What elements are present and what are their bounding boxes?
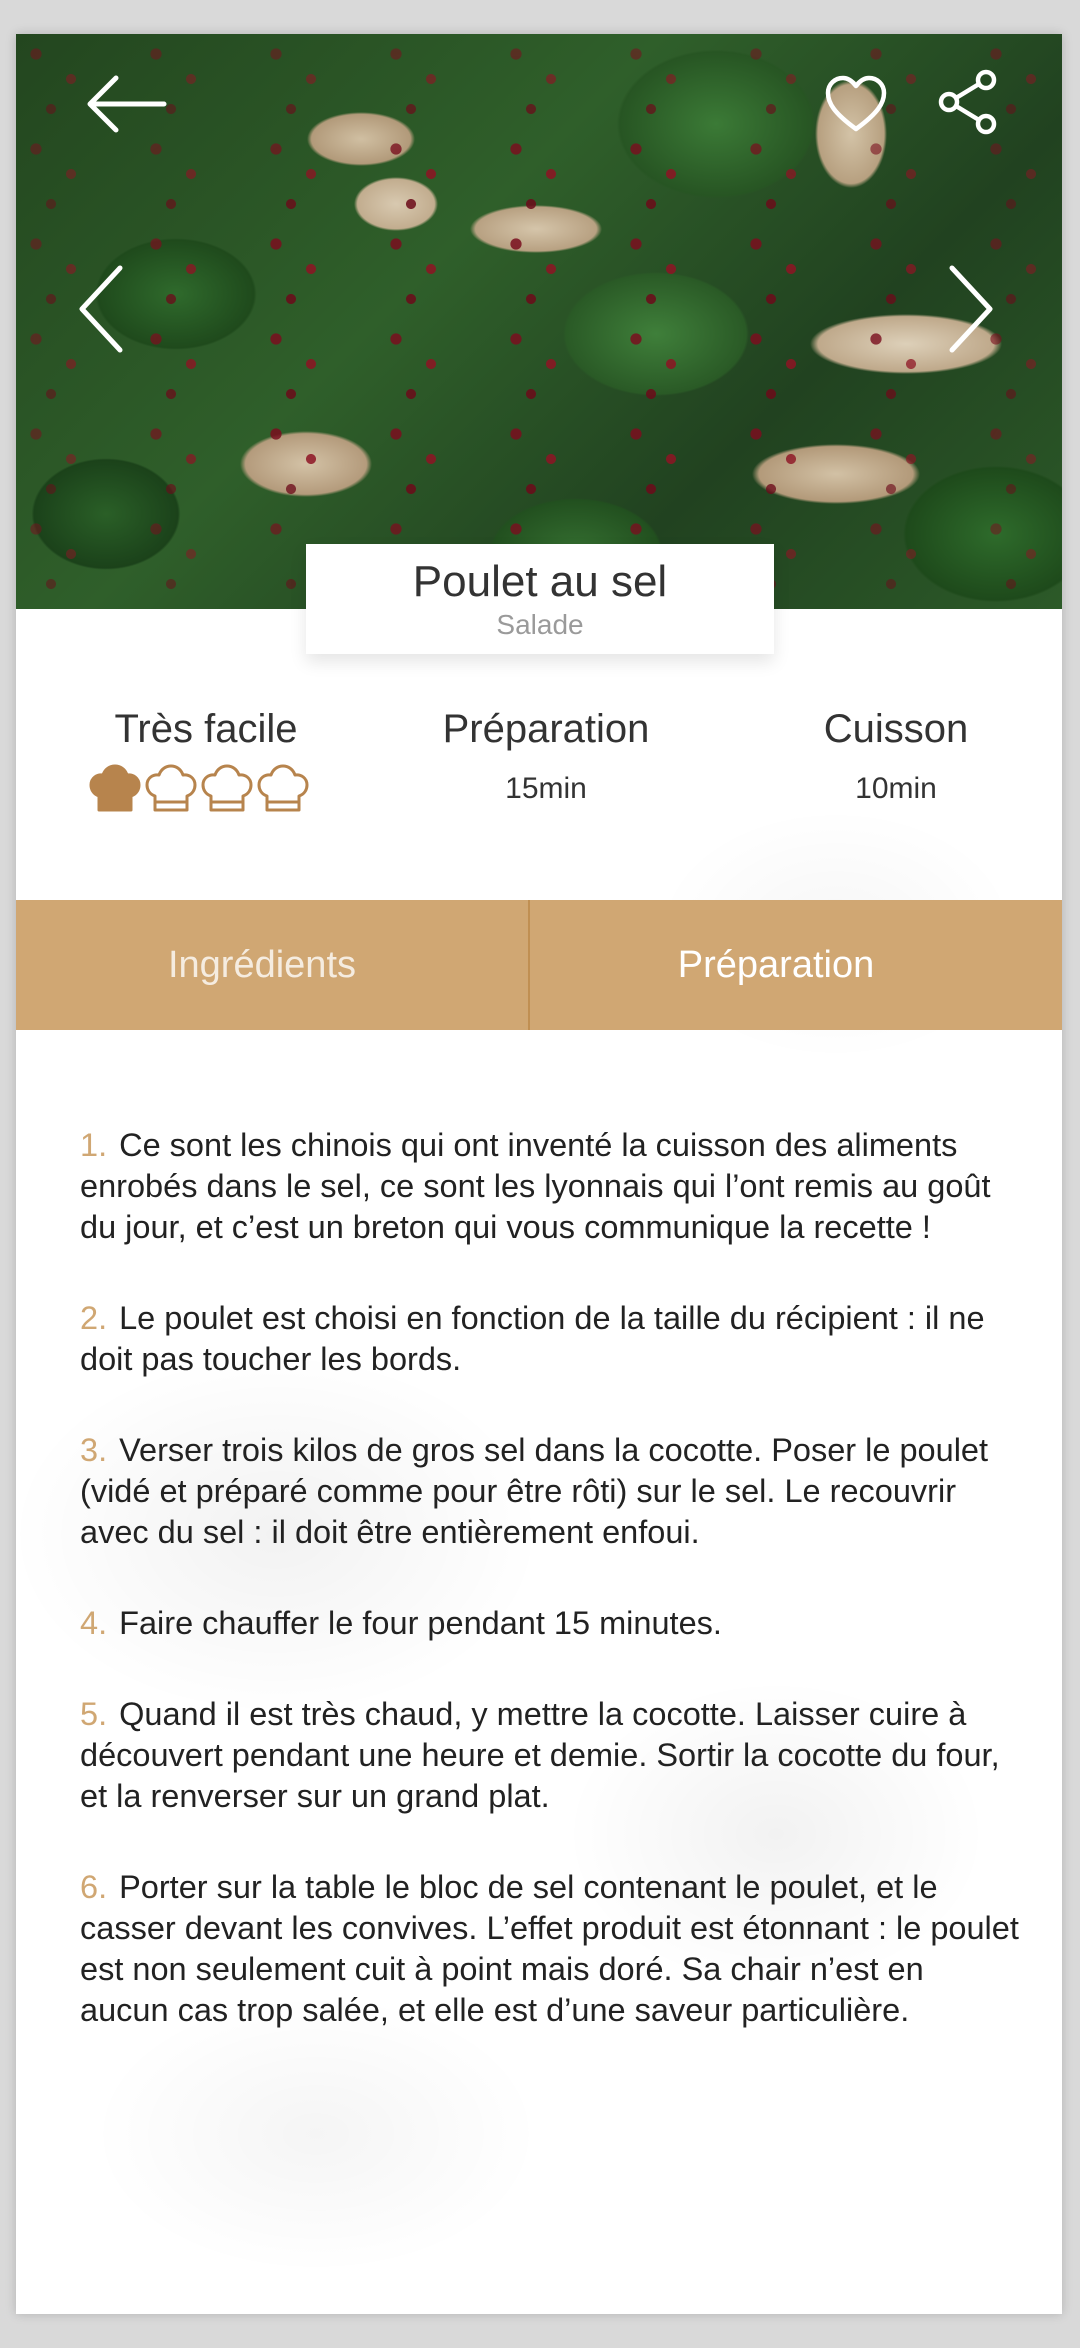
step-number: 2. bbox=[80, 1299, 108, 1336]
cooking-time: 10min bbox=[855, 772, 937, 805]
recipe-tabs: Ingrédients Préparation bbox=[16, 900, 1062, 1030]
recipe-category: Salade bbox=[496, 609, 584, 640]
step-number: 6. bbox=[80, 1868, 108, 1905]
chef-hat-icon bbox=[145, 764, 197, 812]
difficulty-label: Très facile bbox=[114, 707, 298, 751]
preparation-time: 15min bbox=[505, 772, 587, 805]
list-item: 4. Faire chauffer le four pendant 15 minu… bbox=[80, 1603, 1020, 1644]
share-button[interactable] bbox=[928, 62, 1008, 142]
share-icon bbox=[938, 69, 997, 135]
previous-photo-button[interactable] bbox=[66, 254, 136, 364]
difficulty-info: Très facile bbox=[66, 704, 346, 844]
list-item: 3. Verser trois kilos de gros sel dans la… bbox=[80, 1430, 1020, 1553]
list-item: 6. Porter sur la table le bloc de sel con… bbox=[80, 1867, 1020, 2031]
step-text: Quand il est très chaud, y mettre la coc… bbox=[80, 1695, 1000, 1814]
recipe-card: Poulet au sel Salade Très facile Prépara… bbox=[16, 34, 1062, 2314]
step-number: 3. bbox=[80, 1431, 108, 1468]
step-text: Verser trois kilos de gros sel dans la c… bbox=[80, 1431, 989, 1550]
tab-ingredients[interactable]: Ingrédients bbox=[16, 900, 530, 1030]
arrow-left-icon bbox=[87, 75, 167, 133]
step-text: Faire chauffer le four pendant 15 minute… bbox=[119, 1604, 722, 1641]
preparation-steps: 1. Ce sont les chinois qui ont inventé la… bbox=[80, 1092, 1020, 2081]
step-text: Porter sur la table le bloc de sel conte… bbox=[80, 1868, 1019, 2028]
cooking-label: Cuisson bbox=[823, 707, 969, 751]
preparation-label: Préparation bbox=[442, 707, 650, 751]
recipe-title-box: Poulet au sel Salade bbox=[306, 544, 774, 654]
list-item: 2. Le poulet est choisi en fonction de la… bbox=[80, 1298, 1020, 1380]
next-photo-button[interactable] bbox=[936, 254, 1006, 364]
difficulty-rating bbox=[66, 764, 346, 816]
list-item: 1. Ce sont les chinois qui ont inventé la… bbox=[80, 1125, 1020, 1248]
recipe-title: Poulet au sel bbox=[412, 557, 668, 606]
back-button[interactable] bbox=[76, 64, 176, 144]
step-number: 1. bbox=[80, 1126, 108, 1163]
step-text: Ce sont les chinois qui ont inventé la c… bbox=[80, 1126, 991, 1245]
heart-icon bbox=[825, 75, 887, 132]
tab-preparation[interactable]: Préparation bbox=[530, 900, 1062, 1030]
chevron-right-icon bbox=[949, 265, 993, 353]
favorite-button[interactable] bbox=[816, 64, 896, 144]
chef-hat-icon bbox=[89, 764, 141, 812]
step-number: 4. bbox=[80, 1604, 108, 1641]
cooking-time-info: Cuisson 10min bbox=[756, 704, 1036, 844]
preparation-time-info: Préparation 15min bbox=[406, 704, 686, 844]
step-number: 5. bbox=[80, 1695, 108, 1732]
list-item: 5. Quand il est très chaud, y mettre la c… bbox=[80, 1694, 1020, 1817]
chef-hat-icon bbox=[201, 764, 253, 812]
chevron-left-icon bbox=[79, 265, 123, 353]
step-text: Le poulet est choisi en fonction de la t… bbox=[80, 1299, 985, 1377]
chef-hat-icon bbox=[257, 764, 309, 812]
